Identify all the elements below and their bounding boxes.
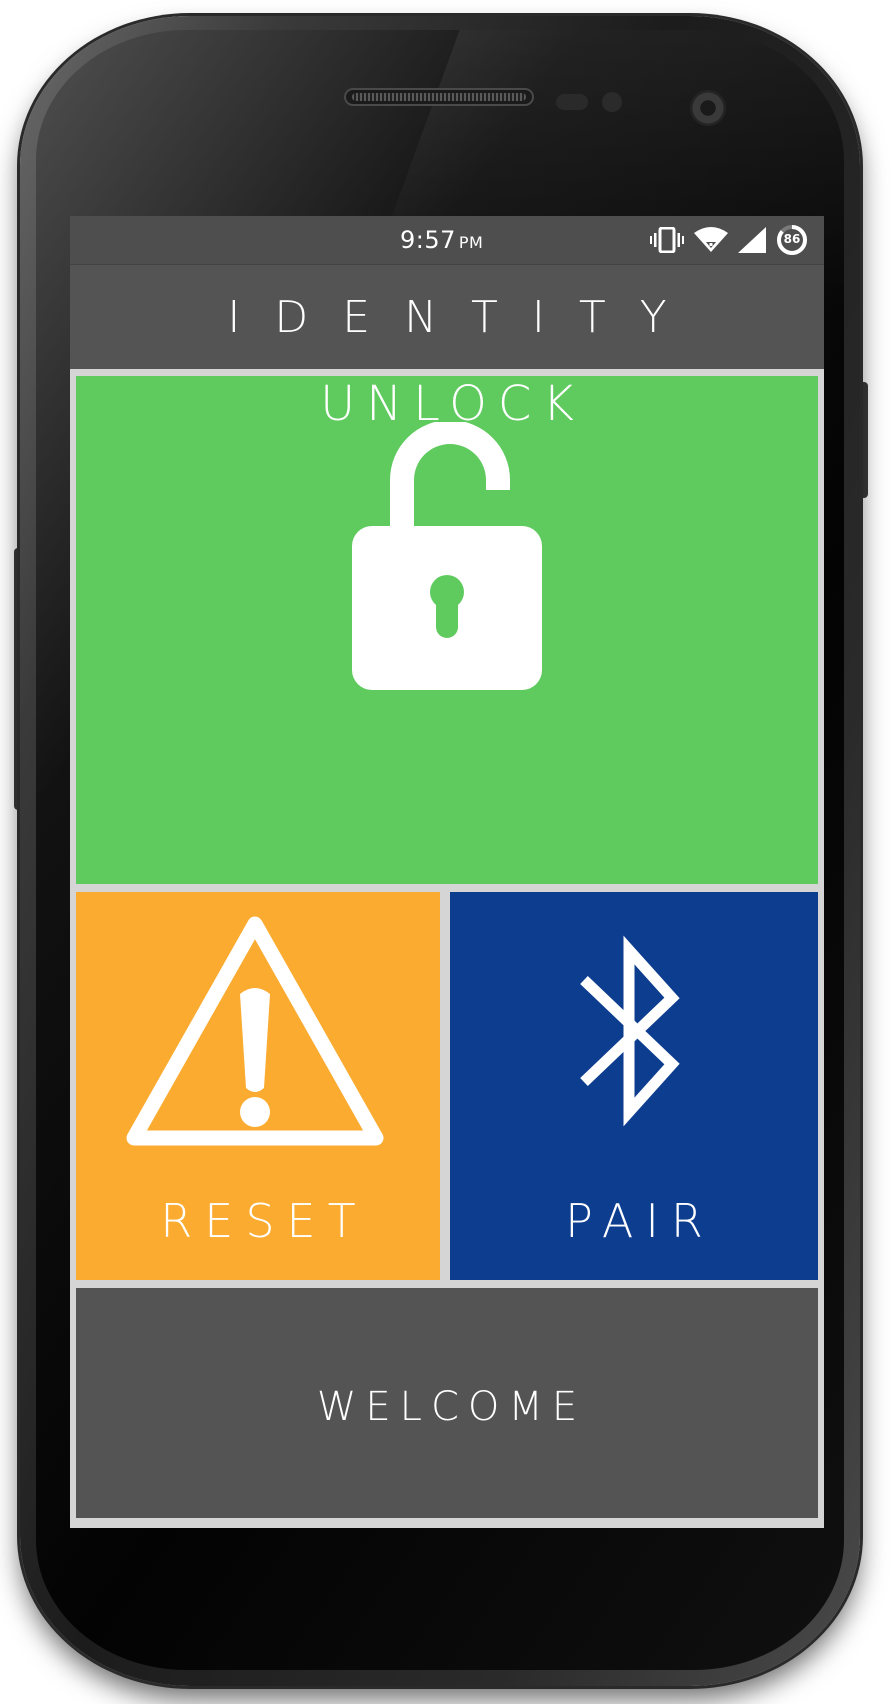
- pair-label: PAIR: [565, 1194, 715, 1248]
- welcome-banner: WELCOME: [76, 1288, 818, 1518]
- light-sensor: [602, 92, 622, 112]
- battery-level: 86: [783, 232, 801, 246]
- pair-button[interactable]: PAIR: [450, 892, 818, 1280]
- bluetooth-icon: [580, 935, 680, 1127]
- screen: 9:57 PM 86 IDENTITY UNLOCK RESET PAIR WE…: [70, 216, 824, 1528]
- status-time-value: 9:57: [400, 226, 456, 254]
- unlock-button[interactable]: UNLOCK: [76, 376, 818, 884]
- cell-signal-icon: [738, 227, 766, 253]
- vibrate-icon: [650, 227, 684, 253]
- battery-icon: 86: [776, 224, 808, 256]
- app-title: IDENTITY: [227, 291, 701, 343]
- reset-label: RESET: [160, 1194, 368, 1248]
- app-bar: IDENTITY: [70, 264, 824, 369]
- proximity-sensor: [556, 94, 588, 110]
- welcome-label: WELCOME: [316, 1384, 587, 1430]
- reset-button[interactable]: RESET: [76, 892, 440, 1280]
- unlock-label: UNLOCK: [320, 376, 585, 432]
- earpiece-speaker: [344, 88, 534, 106]
- status-ampm: PM: [458, 233, 484, 252]
- status-bar: 9:57 PM 86: [70, 216, 824, 264]
- wifi-icon: [694, 227, 728, 252]
- warning-triangle-icon: [126, 916, 384, 1146]
- unlocked-padlock-icon: [352, 422, 542, 690]
- status-time: 9:57 PM: [400, 226, 483, 254]
- front-camera: [690, 90, 726, 126]
- speaker-grill: [352, 93, 526, 101]
- status-icons: 86: [650, 224, 808, 256]
